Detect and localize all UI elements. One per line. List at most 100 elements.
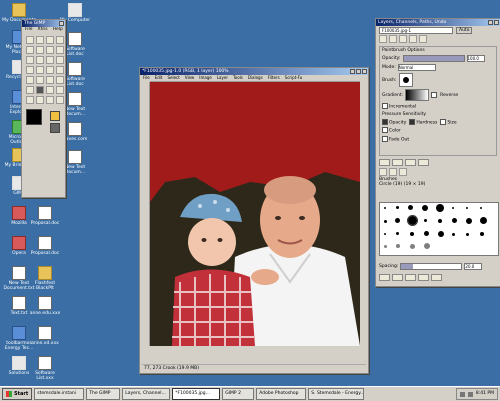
menu-image[interactable]: Image (199, 75, 212, 80)
brush-grid[interactable] (379, 202, 499, 256)
brush-swatch[interactable] (436, 204, 444, 212)
color-checkbox[interactable] (382, 127, 388, 133)
rotate-tool-icon[interactable] (26, 66, 34, 74)
size-checkbox[interactable] (440, 118, 447, 125)
blend-tool-icon[interactable] (56, 76, 64, 84)
move-tool-icon[interactable] (26, 56, 34, 64)
brush-swatch[interactable] (438, 231, 444, 237)
color-select-tool-icon[interactable] (26, 46, 34, 54)
scale-tool-icon[interactable] (36, 66, 44, 74)
restore-options-icon[interactable] (392, 159, 403, 166)
brush-swatch[interactable] (480, 207, 482, 209)
save-options-icon[interactable] (379, 159, 390, 166)
image-titlebar[interactable]: *F100035.jpg-1.0 (RGB, 1 layer) 100% (140, 68, 368, 75)
taskbar-item-active[interactable]: *F100035.jpg... (172, 388, 221, 400)
tool-options-tab-icon[interactable] (419, 35, 427, 43)
menu-script-fu[interactable]: Script-Fu (285, 75, 303, 80)
close-icon[interactable] (59, 21, 64, 26)
airbrush-tool-icon[interactable] (56, 86, 64, 94)
mode-select[interactable]: Normal (397, 64, 436, 71)
taskbar-item[interactable]: The GIMP (86, 388, 121, 400)
menu-select[interactable]: Select (167, 75, 179, 80)
brush-swatch[interactable] (410, 232, 414, 236)
clock[interactable]: 8:41 PM (476, 389, 494, 399)
delete-options-icon[interactable] (405, 159, 416, 166)
start-button[interactable]: Start (2, 388, 33, 400)
desktop-icon-anne-xd[interactable]: anne.xd.xxx (28, 326, 62, 346)
text-tool-icon[interactable] (36, 76, 44, 84)
brush-swatch[interactable] (466, 233, 469, 236)
spacing-slider[interactable] (400, 263, 463, 270)
new-brush-icon[interactable] (392, 274, 403, 281)
brush-swatch-selected[interactable] (407, 215, 418, 226)
hardness-checkbox[interactable] (409, 118, 416, 125)
measure-tool-icon[interactable] (46, 56, 54, 64)
layers-titlebar[interactable]: Layers, Channels, Paths, Undo (376, 19, 500, 26)
channels-tab-icon[interactable] (389, 35, 397, 43)
desktop-icon-anne-edu[interactable]: anne.edu.xxx (28, 296, 62, 316)
taskbar-item[interactable]: Adobe Photoshop (256, 388, 307, 400)
close-icon[interactable] (494, 20, 499, 25)
menu-xtns[interactable]: Xtns (38, 27, 48, 32)
menu-edit[interactable]: Edit (155, 75, 163, 80)
menu-file[interactable]: File (25, 27, 33, 32)
menu-dialogs[interactable]: Dialogs (248, 75, 263, 80)
minimize-icon[interactable] (350, 69, 355, 74)
desktop-icon-flashfest[interactable]: Flashfest BlackPlt (28, 266, 62, 291)
brush-swatch[interactable] (480, 232, 484, 236)
taskbar-item[interactable]: S. Stemsdale - Energy... (308, 388, 365, 400)
perspective-tool-icon[interactable] (56, 66, 64, 74)
brush-swatch[interactable] (384, 233, 386, 235)
auto-button[interactable]: Auto (456, 26, 473, 34)
menu-filters[interactable]: Filters (268, 75, 280, 80)
menu-tools[interactable]: Tools (233, 75, 243, 80)
brush-swatch[interactable] (384, 220, 387, 223)
brush-swatch[interactable] (424, 219, 427, 222)
brush-swatch[interactable] (452, 233, 455, 236)
color-picker-tool-icon[interactable] (56, 46, 64, 54)
image-canvas[interactable] (150, 82, 360, 346)
menu-layer[interactable]: Layer (217, 75, 228, 80)
incremental-checkbox[interactable] (382, 103, 388, 109)
zoom-tool-icon[interactable] (36, 56, 44, 64)
menu-file[interactable]: File (143, 75, 150, 80)
brush-swatch[interactable] (424, 243, 430, 249)
gradient-preview[interactable] (405, 89, 430, 101)
brush-swatch[interactable] (396, 244, 400, 248)
opacity-slider[interactable] (402, 55, 465, 62)
menu-help[interactable]: Help (53, 27, 63, 32)
paths-tab-icon[interactable] (399, 35, 407, 43)
menu-view[interactable]: View (185, 75, 195, 80)
foreground-color-swatch[interactable] (26, 109, 42, 125)
undo-tab-icon[interactable] (409, 35, 417, 43)
volume-icon[interactable] (459, 391, 465, 397)
brush-swatch[interactable] (452, 218, 457, 223)
fade-out-checkbox[interactable] (382, 135, 388, 142)
brush-swatch[interactable] (466, 207, 468, 209)
taskbar-item[interactable]: Layers, Channel... (122, 388, 171, 400)
free-select-tool-icon[interactable] (46, 36, 54, 44)
opacity-checkbox[interactable] (382, 118, 388, 125)
toolbox-titlebar[interactable]: The GIMP (22, 20, 65, 27)
crop-tool-icon[interactable] (56, 56, 64, 64)
shear-tool-icon[interactable] (46, 66, 54, 74)
brush-preview[interactable] (398, 73, 413, 87)
brush-swatch[interactable] (424, 231, 429, 236)
eraser-tool-icon[interactable] (46, 86, 54, 94)
active-brush-preview[interactable] (50, 111, 60, 121)
desktop-icon-proposal[interactable]: Proposal.doc (28, 206, 62, 226)
opacity-value[interactable]: 100.0 (466, 55, 485, 62)
scissors-tool-icon[interactable] (36, 46, 44, 54)
brush-swatch[interactable] (408, 205, 413, 210)
desktop-icon-proposal-2[interactable]: Proposal.doc (28, 236, 62, 256)
taskbar-item[interactable]: stemsdale.irstani (34, 388, 85, 400)
brush-swatch[interactable] (410, 244, 415, 249)
refresh-brushes-icon[interactable] (431, 274, 442, 281)
taskbar-item[interactable]: GIMP 2 (222, 388, 255, 400)
gradients-tab-icon[interactable] (399, 168, 407, 176)
brush-swatch[interactable] (384, 207, 386, 209)
paths-tool-icon[interactable] (46, 46, 54, 54)
smudge-tool-icon[interactable] (46, 96, 54, 104)
flip-tool-icon[interactable] (26, 76, 34, 84)
patterns-tab-icon[interactable] (389, 168, 397, 176)
